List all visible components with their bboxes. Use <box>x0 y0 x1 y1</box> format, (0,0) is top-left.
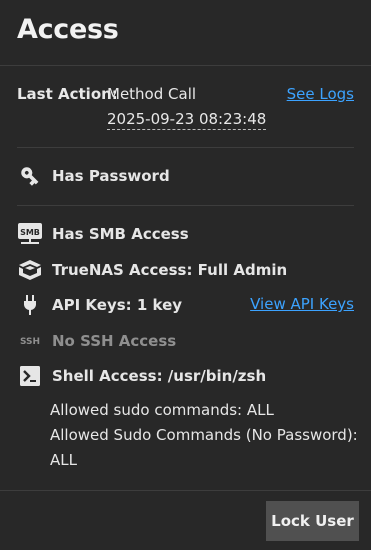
smb-icon: SMB <box>17 222 43 246</box>
api-keys-label: API Keys: 1 key <box>52 296 183 314</box>
api-keys-row: API Keys: 1 key <box>17 293 182 317</box>
section-divider <box>17 147 354 148</box>
svg-text:SMB: SMB <box>20 228 40 237</box>
smb-access-row: SMB Has SMB Access <box>17 222 189 246</box>
key-icon <box>17 164 43 188</box>
footer-divider <box>0 490 371 491</box>
truenas-access-row: TrueNAS Access: Full Admin <box>17 258 287 282</box>
title-divider <box>0 65 371 66</box>
shell-access-label: Shell Access: /usr/bin/zsh <box>52 367 267 385</box>
sudo-nopass-value: ALL <box>50 451 77 469</box>
shell-access-row: Shell Access: /usr/bin/zsh <box>17 364 266 388</box>
terminal-icon <box>17 364 43 388</box>
last-action-label: Last Action: <box>17 85 118 103</box>
access-card: Access Last Action: Method Call 2025-09-… <box>0 0 371 550</box>
password-label: Has Password <box>52 167 170 185</box>
smb-access-label: Has SMB Access <box>52 225 189 243</box>
truenas-access-label: TrueNAS Access: Full Admin <box>52 261 288 279</box>
view-api-keys-link[interactable]: View API Keys <box>250 295 354 313</box>
password-row: Has Password <box>17 164 170 188</box>
lock-user-button[interactable]: Lock User <box>266 501 359 541</box>
last-action-datetime: 2025-09-23 08:23:48 <box>107 110 267 130</box>
last-action-method: Method Call <box>107 85 197 103</box>
section-divider <box>17 205 354 206</box>
card-title: Access <box>17 14 119 45</box>
ssh-access-label: No SSH Access <box>52 332 177 350</box>
see-logs-link[interactable]: See Logs <box>287 85 354 103</box>
truenas-logo-icon <box>17 258 43 282</box>
svg-text:SSH: SSH <box>20 337 40 347</box>
sudo-commands-text: Allowed sudo commands: ALL <box>50 401 274 419</box>
ssh-access-row: SSH No SSH Access <box>17 329 176 353</box>
plug-icon <box>17 293 43 317</box>
ssh-icon: SSH <box>17 329 43 353</box>
sudo-nopass-label: Allowed Sudo Commands (No Password): <box>50 426 358 444</box>
